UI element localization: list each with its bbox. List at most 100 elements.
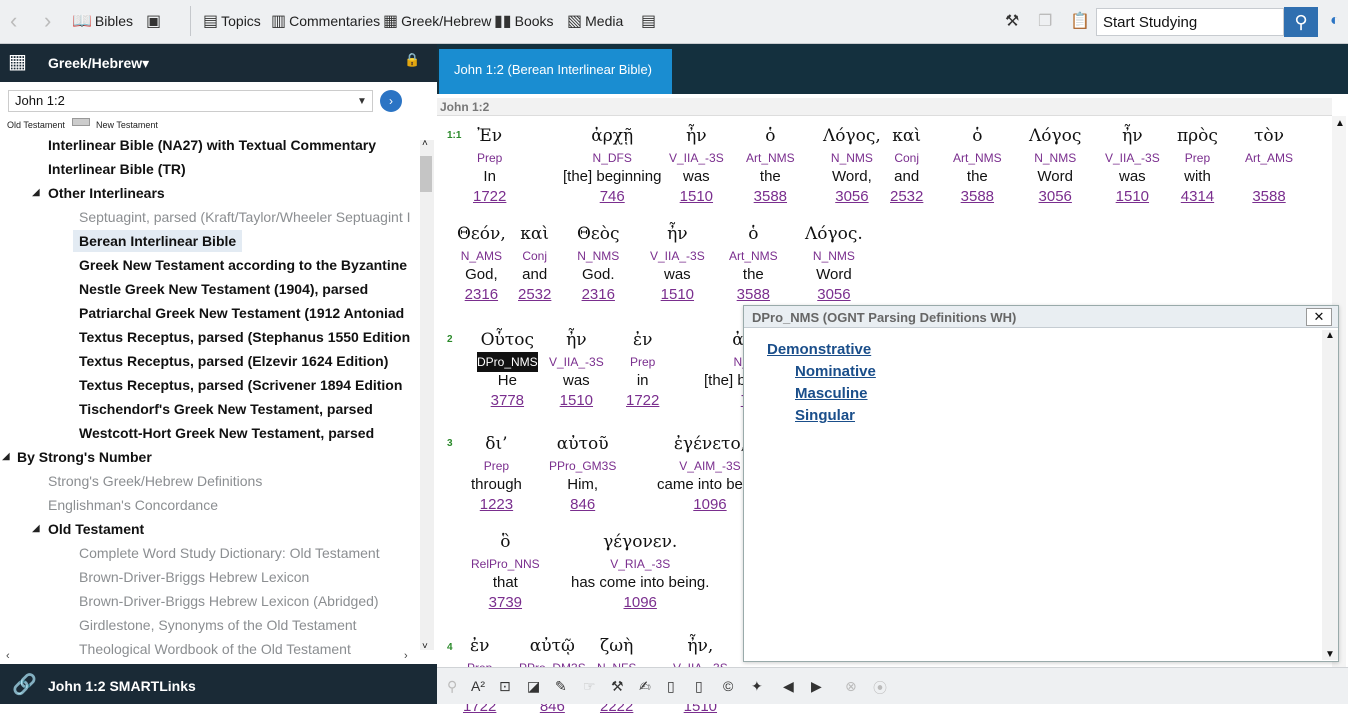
draw-icon[interactable]: ✍ <box>639 678 651 695</box>
strongs-link[interactable]: 846 <box>549 496 616 516</box>
strongs-link[interactable]: 3588 <box>746 188 795 208</box>
tree-item[interactable]: Textus Receptus, parsed (Elzevir 1624 Ed… <box>79 350 388 372</box>
testament-slider[interactable]: Old Testament New Testament <box>7 118 208 130</box>
layout-button[interactable]: ▤ <box>641 7 659 35</box>
strongs-link[interactable]: 1722 <box>473 188 506 208</box>
parsing-code[interactable]: Conj <box>518 246 551 266</box>
user-button[interactable]: ◐ <box>1330 7 1343 35</box>
expand-icon[interactable]: ◢ <box>32 523 40 534</box>
strongs-link[interactable]: 3056 <box>805 286 863 306</box>
parsing-code[interactable]: Art_AMS <box>1245 148 1293 168</box>
pointer-icon[interactable]: ☞ <box>583 678 596 695</box>
slider-knob[interactable] <box>72 118 90 126</box>
tree-scroll-thumb[interactable] <box>420 156 432 192</box>
lock-icon[interactable]: 🔒 <box>404 52 420 68</box>
strongs-link[interactable]: 1223 <box>471 496 522 516</box>
close-button[interactable]: ✕ <box>1306 308 1332 326</box>
tree-item[interactable]: Greek New Testament according to the Byz… <box>79 254 407 276</box>
search-input[interactable] <box>1096 8 1284 36</box>
strongs-link[interactable]: 2532 <box>518 286 551 306</box>
find-icon[interactable]: ⊡ <box>499 678 511 695</box>
parsing-code[interactable]: Art_NMS <box>746 148 795 168</box>
search-icon[interactable]: ⚲ <box>447 678 457 695</box>
tab-berean-interlinear[interactable]: John 1:2 (Berean Interlinear Bible) <box>439 49 672 94</box>
tree-item[interactable]: Brown-Driver-Briggs Hebrew Lexicon <box>79 566 309 588</box>
strongs-link[interactable]: 1510 <box>1105 188 1160 208</box>
tools-icon[interactable]: ⚒ <box>611 678 624 695</box>
parsing-code[interactable]: PPro_GM3S <box>549 456 616 476</box>
parsing-code[interactable]: N_NMS <box>805 246 863 266</box>
book-icon[interactable]: ▯ <box>667 678 675 695</box>
forward-button[interactable]: › <box>44 7 51 35</box>
note-icon[interactable]: ✎ <box>555 678 567 695</box>
library-button[interactable]: ▣ <box>146 7 164 35</box>
parsing-code[interactable]: Conj <box>890 148 923 168</box>
tree-item[interactable]: Patriarchal Greek New Testament (1912 An… <box>79 302 404 324</box>
text-size-icon[interactable]: A² <box>471 678 485 694</box>
strongs-link[interactable]: 2316 <box>577 286 620 306</box>
strongs-link[interactable]: 3778 <box>477 392 538 412</box>
parsing-code[interactable]: N_NMS <box>577 246 620 266</box>
parsing-code[interactable]: V_IIA_-3S <box>650 246 705 266</box>
tree-hscroll[interactable]: ‹ › <box>0 650 420 664</box>
books-button[interactable]: ▮▮ Books <box>494 7 554 35</box>
strongs-link[interactable]: 3056 <box>823 188 881 208</box>
tools-button[interactable]: ⚒ <box>1005 7 1022 35</box>
strongs-link[interactable]: 1096 <box>571 594 709 614</box>
strongs-link[interactable]: 1510 <box>549 392 604 412</box>
next-icon[interactable]: ▶ <box>811 678 822 695</box>
strongs-link[interactable]: 1722 <box>626 392 659 412</box>
strongs-link[interactable]: 2316 <box>457 286 506 306</box>
parsing-code[interactable]: Prep <box>471 456 522 476</box>
popup-item-masculine[interactable]: Masculine <box>795 385 868 402</box>
popup-vscroll[interactable]: ▲ ▼ <box>1322 330 1338 660</box>
bibles-button[interactable]: 📖 Bibles <box>72 7 133 35</box>
parsing-code[interactable]: N_AMS <box>457 246 506 266</box>
bookmark-icon[interactable]: ▯ <box>695 678 703 695</box>
tree-item[interactable]: Interlinear Bible (NA27) with Textual Co… <box>48 134 376 156</box>
tree-item[interactable]: Other Interlinears <box>48 182 165 204</box>
popup-item-singular[interactable]: Singular <box>795 407 855 424</box>
tree-item[interactable]: Textus Receptus, parsed (Stephanus 1550 … <box>79 326 410 348</box>
strongs-link[interactable]: 3056 <box>1029 188 1081 208</box>
tree-item[interactable]: Girdlestone, Synonyms of the Old Testame… <box>79 614 357 636</box>
popup-item-demonstrative[interactable]: Demonstrative <box>767 341 871 358</box>
parsing-code[interactable]: Prep <box>626 352 659 372</box>
search-button[interactable]: ⚲ <box>1284 7 1318 37</box>
parsing-code[interactable]: DPro_NMS <box>477 352 538 372</box>
copyright-icon[interactable]: © <box>723 678 733 694</box>
expand-icon[interactable]: ◢ <box>2 451 10 462</box>
go-button[interactable]: › <box>380 90 402 112</box>
tree-item[interactable]: Interlinear Bible (TR) <box>48 158 186 180</box>
tree-item[interactable]: Complete Word Study Dictionary: Old Test… <box>79 542 380 564</box>
tree-item[interactable]: Septuagint, parsed (Kraft/Taylor/Wheeler… <box>79 206 411 228</box>
tree-item[interactable]: Old Testament <box>48 518 144 540</box>
parsing-code[interactable]: N_NMS <box>1029 148 1081 168</box>
commentaries-button[interactable]: ▥ Commentaries <box>271 7 380 35</box>
tree-item[interactable]: Englishman's Concordance <box>48 494 218 516</box>
copy-button[interactable]: ❐ <box>1038 7 1055 35</box>
popup-item-nominative[interactable]: Nominative <box>795 363 876 380</box>
strongs-link[interactable]: 746 <box>563 188 661 208</box>
smartlinks-footer[interactable]: 🔗 John 1:2 SMARTLinks <box>0 664 437 704</box>
tree-item[interactable]: Nestle Greek New Testament (1904), parse… <box>79 278 368 300</box>
strongs-link[interactable]: 1510 <box>669 188 724 208</box>
parsing-code[interactable]: V_IIA_-3S <box>669 148 724 168</box>
strongs-link[interactable]: 3588 <box>729 286 778 306</box>
tree-item[interactable]: By Strong's Number <box>17 446 152 468</box>
tree-item[interactable]: Textus Receptus, parsed (Scrivener 1894 … <box>79 374 402 396</box>
strongs-link[interactable]: 4314 <box>1177 188 1218 208</box>
parsing-code[interactable]: Prep <box>473 148 506 168</box>
panel-title[interactable]: Greek/Hebrew▾ <box>48 55 149 72</box>
dropdown-icon[interactable]: ▼ <box>352 91 372 111</box>
topics-button[interactable]: ▤ Topics <box>203 7 261 35</box>
parsing-code[interactable]: RelPro_NNS <box>471 554 540 574</box>
highlight-icon[interactable]: ◪ <box>527 678 540 695</box>
tree-item[interactable]: Westcott-Hort Greek New Testament, parse… <box>79 422 374 444</box>
settings-icon[interactable]: ✦ <box>751 678 763 695</box>
parsing-code[interactable]: Art_NMS <box>729 246 778 266</box>
strongs-link[interactable]: 2532 <box>890 188 923 208</box>
back-button[interactable]: ‹ <box>10 7 17 35</box>
tree-item[interactable]: Strong's Greek/Hebrew Definitions <box>48 470 262 492</box>
prev-icon[interactable]: ◀ <box>783 678 794 695</box>
